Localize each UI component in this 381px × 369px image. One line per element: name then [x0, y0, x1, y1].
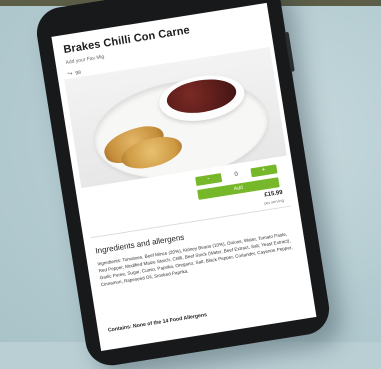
- share-count: 98: [74, 69, 82, 77]
- increase-quantity-button[interactable]: +: [250, 163, 278, 177]
- price-unit: per serving: [263, 197, 285, 206]
- ingredients-text: Ingredients: Tomatoes, Beef Mince (20%),…: [97, 231, 293, 288]
- share-icon[interactable]: ↪: [67, 70, 73, 78]
- quantity-value[interactable]: 0: [234, 171, 238, 177]
- allergen-note: Contains: None of the 14 Food Allergens: [107, 312, 208, 334]
- phone-screen: Brakes Chilli Con Carne Add your Fav Mig…: [51, 2, 317, 352]
- product-title: Brakes Chilli Con Carne: [62, 24, 191, 57]
- decrease-quantity-button[interactable]: -: [195, 172, 223, 186]
- divider: [91, 205, 291, 239]
- product-subtitle: Add your Fav Mig: [65, 53, 105, 66]
